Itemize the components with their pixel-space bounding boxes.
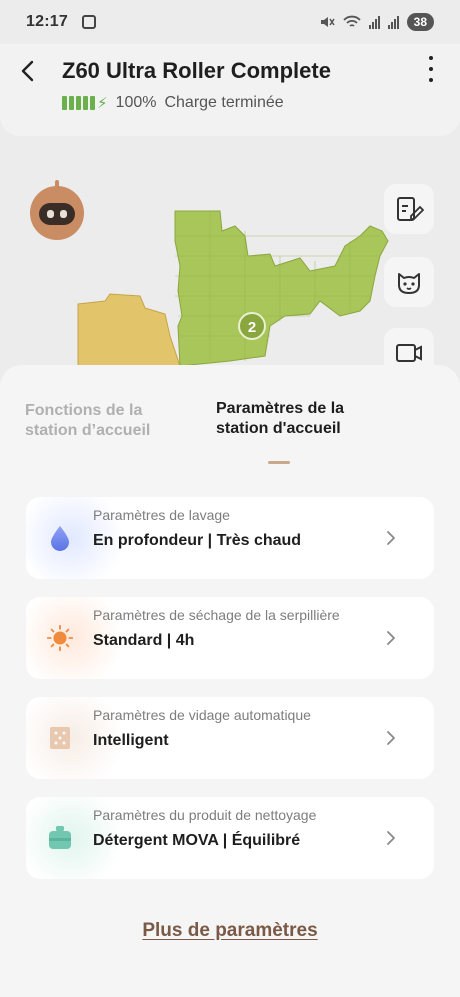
map-room-yellow	[77, 293, 181, 376]
mute-icon	[320, 17, 335, 27]
detergent-settings-card[interactable]: Paramètres du produit de nettoyage Déter…	[26, 797, 434, 879]
screenshot-icon	[81, 15, 96, 29]
battery-status: ⚡ 100% Charge terminée	[62, 94, 284, 112]
dust-bag-icon	[46, 724, 74, 752]
more-options-icon[interactable]	[424, 56, 438, 82]
chevron-right-icon	[387, 631, 395, 645]
card-value: En profondeur | Très chaud	[93, 532, 302, 549]
card-label: Paramètres de vidage automatique	[93, 707, 311, 723]
edit-map-button[interactable]	[384, 184, 434, 234]
edit-map-icon	[397, 197, 424, 221]
tab-dock-functions[interactable]: Fonctions de la station d’accueil	[25, 401, 195, 441]
card-label: Paramètres du produit de nettoyage	[93, 807, 317, 823]
status-icons: 38	[319, 13, 434, 31]
drying-settings-card[interactable]: Paramètres de séchage de la serpillière …	[26, 597, 434, 679]
chevron-right-icon	[387, 831, 395, 845]
detergent-icon	[46, 824, 74, 852]
washing-settings-card[interactable]: Paramètres de lavage En profondeur | Trè…	[26, 497, 434, 579]
cat-icon	[398, 273, 420, 294]
chevron-right-icon	[387, 531, 395, 545]
card-value: Standard | 4h	[93, 632, 195, 649]
back-arrow-icon[interactable]	[16, 58, 42, 84]
active-tab-indicator	[268, 461, 290, 464]
card-value: Intelligent	[93, 732, 169, 749]
zone-number: 2	[248, 319, 256, 336]
signal-icon-2	[387, 15, 399, 29]
chevron-right-icon	[387, 731, 395, 745]
auto-empty-settings-card[interactable]: Paramètres de vidage automatique Intelli…	[26, 697, 434, 779]
water-drop-icon	[46, 524, 74, 552]
sun-icon	[46, 624, 74, 652]
cleaning-map[interactable]: 2	[70, 196, 410, 376]
dock-settings-sheet: Fonctions de la station d’accueil Paramè…	[0, 365, 460, 997]
status-time: 12:17	[26, 13, 68, 30]
pet-mode-button[interactable]	[384, 257, 434, 307]
tab-dock-settings[interactable]: Paramètres de la station d'accueil	[216, 399, 346, 439]
map-room-green	[174, 210, 389, 367]
wifi-icon	[342, 15, 361, 27]
card-value: Détergent MOVA | Équilibré	[93, 832, 301, 849]
battery-bars-icon: ⚡	[62, 94, 108, 112]
signal-icon	[368, 15, 380, 29]
card-label: Paramètres de séchage de la serpillière	[93, 607, 340, 623]
card-label: Paramètres de lavage	[93, 507, 230, 523]
battery-indicator: 38	[406, 13, 434, 31]
device-title: Z60 Ultra Roller Complete	[62, 58, 331, 83]
camera-icon	[396, 344, 422, 362]
status-bar: 12:17 38	[0, 0, 460, 44]
charge-status: Charge terminée	[164, 94, 284, 111]
device-header: Z60 Ultra Roller Complete ⚡ 100% Charge …	[0, 44, 460, 136]
map-area[interactable]: 2	[0, 136, 460, 378]
battery-percent: 100%	[115, 94, 157, 111]
more-settings-link[interactable]: Plus de paramètres	[0, 920, 460, 942]
